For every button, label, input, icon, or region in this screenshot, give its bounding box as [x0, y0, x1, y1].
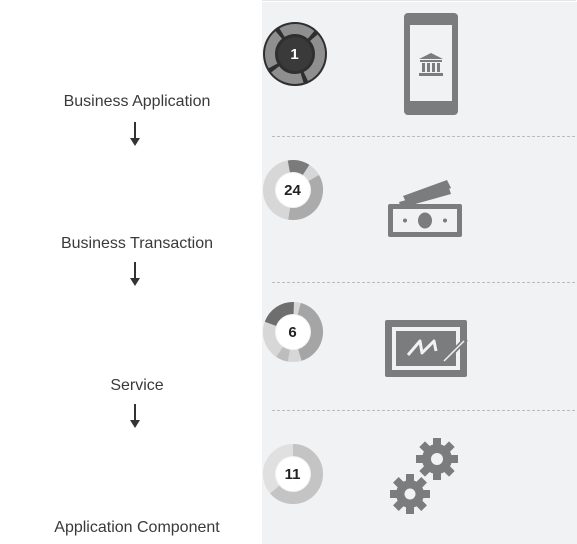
monitor-signature-icon — [385, 320, 468, 377]
row-divider — [272, 282, 575, 283]
service-label: Service — [110, 377, 164, 394]
down-arrow-icon — [130, 262, 140, 286]
application-component-ring[interactable]: 11 — [261, 442, 325, 506]
business-transaction-ring[interactable]: 24 — [261, 158, 325, 222]
mobile-bank-icon — [404, 13, 458, 115]
down-arrow-icon — [130, 122, 140, 146]
service-count: 6 — [288, 323, 297, 341]
money-icon — [388, 180, 462, 237]
business-application-label: Business Application — [63, 93, 211, 110]
application-component-count: 11 — [284, 465, 301, 483]
business-transaction-label: Business Transaction — [60, 235, 214, 252]
row-divider — [272, 136, 575, 137]
down-arrow-icon — [130, 404, 140, 428]
business-application-count: 1 — [290, 45, 299, 63]
business-application-ring[interactable]: 1 — [261, 20, 329, 88]
row-divider — [272, 410, 575, 411]
service-ring[interactable]: 6 — [261, 300, 325, 364]
application-component-label: Application Component — [54, 519, 220, 536]
gears-icon — [390, 438, 458, 514]
business-transaction-count: 24 — [284, 181, 301, 199]
